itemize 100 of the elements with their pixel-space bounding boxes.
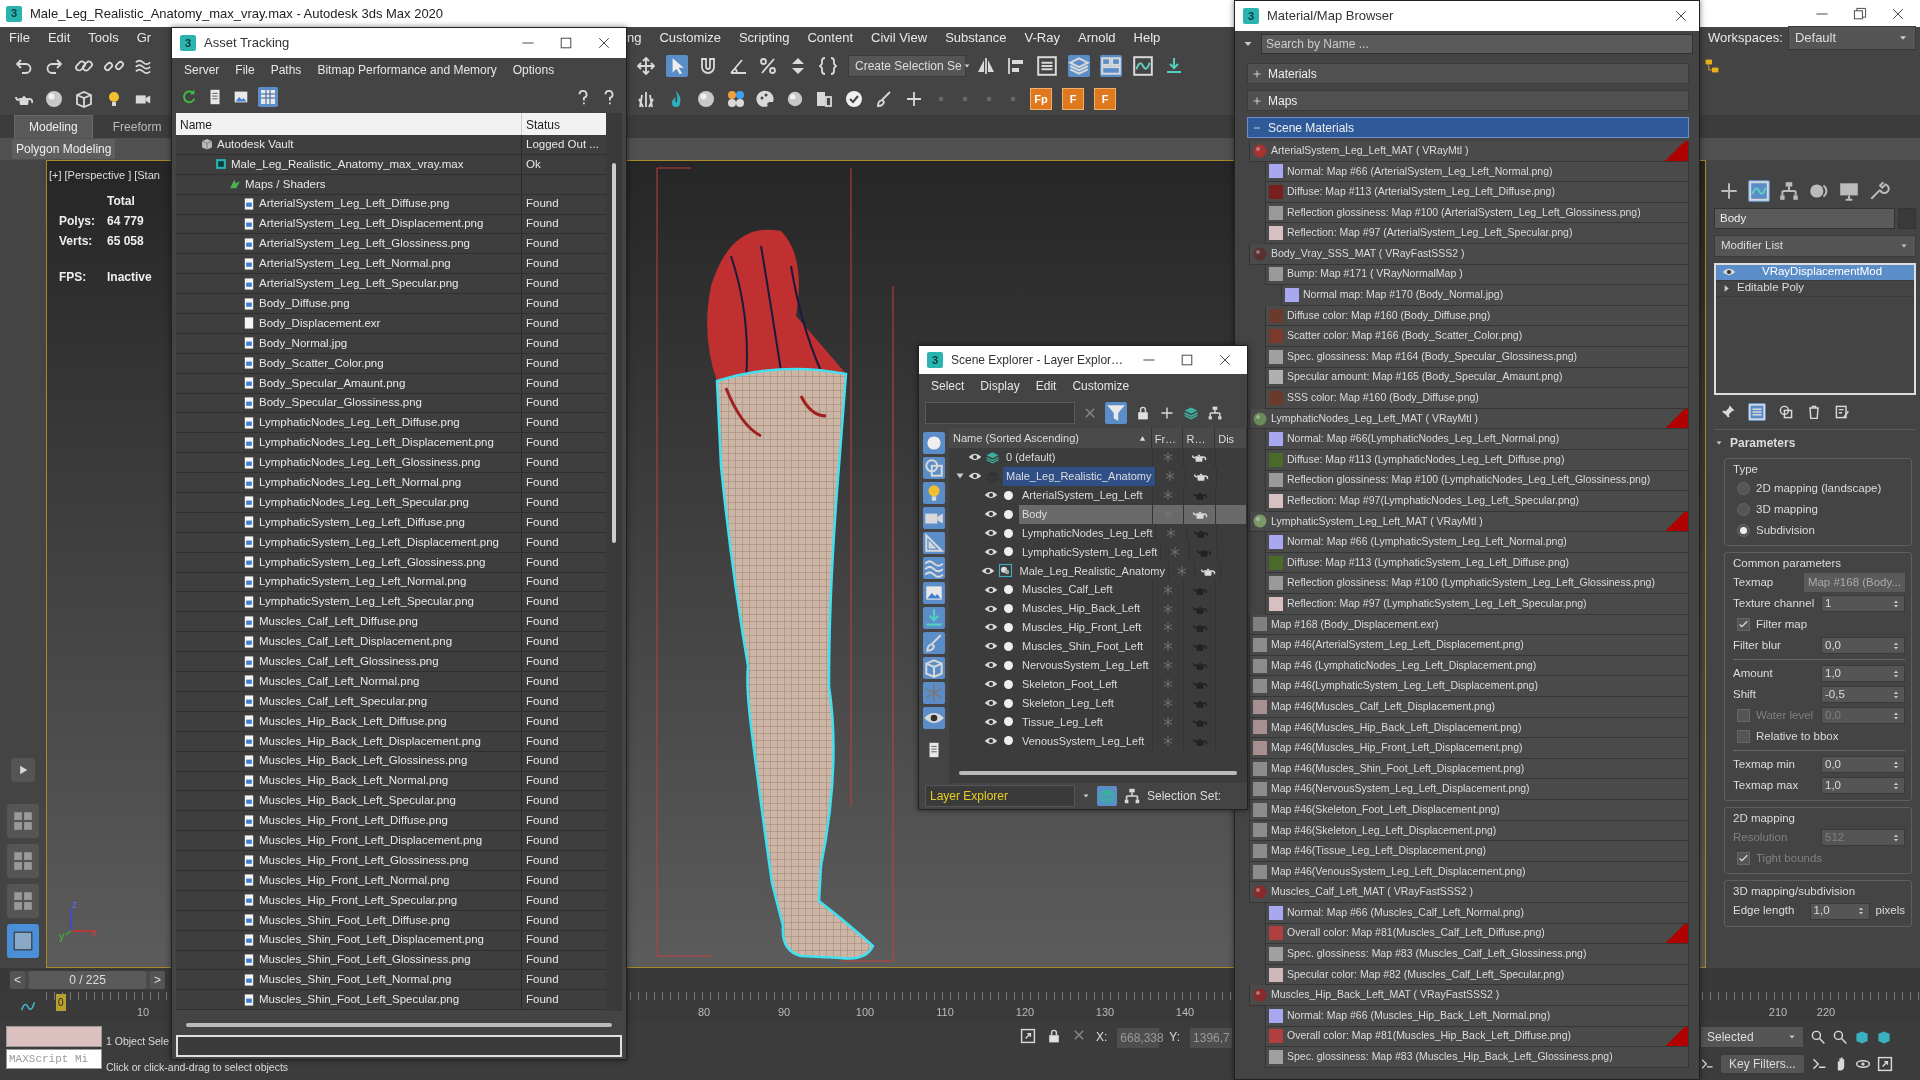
menu-item[interactable]: Edit [38, 28, 80, 48]
next-frame-button[interactable]: > [150, 971, 165, 989]
viewport-label[interactable]: [Perspective ] [64, 167, 132, 184]
tree-row[interactable]: Spec. glossiness: Map #83 (Muscles_Calf_Left_Glossiness.png) [1265, 944, 1689, 965]
spinner-field[interactable]: 0,0 [1821, 637, 1905, 654]
menu-item[interactable]: Civil View [862, 28, 937, 48]
table-row[interactable]: Body_Scatter_Color.png Found [176, 353, 607, 374]
table-row[interactable]: Body_Displacement.exr Found [176, 314, 607, 334]
tree-row[interactable]: Skeleton_Leg_Left [949, 693, 1247, 713]
object-name[interactable]: LymphaticNodes_Leg_Left [1019, 523, 1156, 543]
table-row[interactable]: Muscles_Calf_Left_Diffuse.png Found [176, 612, 607, 633]
close-icon[interactable] [1217, 352, 1233, 368]
viewport-layout-button[interactable] [7, 844, 39, 878]
braces-icon[interactable] [818, 56, 838, 76]
table-row[interactable]: Muscles_Shin_Foot_Left_Glossiness.png Found [176, 950, 607, 971]
table-row[interactable]: ArterialSystem_Leg_Left_Specular.png Found [176, 274, 607, 295]
tree-row[interactable]: ArterialSystem_Leg_Left [949, 485, 1247, 505]
ribbon-panel-tab[interactable]: Polygon Modeling [12, 139, 116, 159]
wave-icon[interactable] [134, 57, 152, 75]
ribbon-tab[interactable]: Modeling [14, 115, 93, 138]
ribbon-tab[interactable]: Freeform [98, 116, 176, 138]
tree-row[interactable]: NervousSystem_Leg_Left [949, 655, 1247, 675]
table-row[interactable]: Muscles_Shin_Foot_Left_Normal.png Found [176, 970, 607, 991]
menu-item[interactable]: ng [627, 28, 651, 48]
table-row[interactable]: Autodesk Vault Logged Out ... [176, 135, 607, 155]
rollout-title[interactable]: Parameters [1730, 433, 1796, 452]
create-tab[interactable] [1718, 180, 1740, 202]
object-name[interactable]: Tissue_Leg_Left [1019, 712, 1153, 732]
table-row[interactable]: Muscles_Calf_Left_Glossiness.png Found [176, 652, 607, 673]
tree-row[interactable]: Body_Vray_SSS_MAT ( VRayFastSSS2 ) [1249, 243, 1689, 265]
tree-row[interactable]: Normal map: Map #170 (Body_Normal.jpg) [1281, 285, 1689, 306]
tree-row[interactable]: Normal: Map #66 (Muscles_Hip_Back_Left_Normal.png) [1265, 1005, 1689, 1027]
tree-row[interactable]: Muscles_Hip_Back_Left_MAT ( VRayFastSSS2 ) [1249, 985, 1689, 1006]
table-row[interactable]: ArterialSystem_Leg_Left_Normal.png Found [176, 254, 607, 275]
zoom-icon[interactable] [1810, 1029, 1826, 1045]
table-row[interactable]: Muscles_Calf_Left_Displacement.png Found [176, 632, 607, 653]
tree-row[interactable]: Muscles_Shin_Foot_Left [949, 636, 1247, 656]
column-header[interactable]: Status [522, 113, 607, 135]
menu-item[interactable]: Scripting [729, 28, 799, 48]
menu-item[interactable]: File [227, 60, 263, 79]
tree-row[interactable]: Map #46(Muscles_Hip_Front_Left_Displacement.png) [1249, 738, 1689, 759]
expand-icon[interactable] [1722, 283, 1731, 293]
table-row[interactable]: Male_Leg_Realistic_Anatomy_max_vray.max Ok [176, 154, 607, 175]
menu-item[interactable]: Tools [79, 28, 128, 48]
spinner-field[interactable]: 1,0 [1821, 777, 1905, 794]
shapes-icon[interactable] [923, 457, 945, 479]
tree-row[interactable]: Muscles_Calf_Left_MAT ( VRayFastSSS2 ) [1249, 882, 1689, 903]
table-icon[interactable] [258, 87, 278, 107]
maximize-icon[interactable] [1179, 352, 1195, 368]
horizontal-scrollbar[interactable] [959, 771, 1237, 775]
frame-icon[interactable] [814, 89, 834, 109]
table-row[interactable]: LymphaticSystem_Leg_Left_Displacement.png Found [176, 532, 607, 553]
object-name[interactable]: Muscles_Calf_Left [1019, 580, 1153, 600]
hierarchy-icon[interactable] [1207, 405, 1223, 421]
group-header[interactable]: Scene Materials [1247, 117, 1689, 138]
spinner-field[interactable]: -0,5 [1821, 686, 1905, 703]
column-header[interactable]: Fr… [1151, 428, 1184, 448]
select-icon[interactable] [666, 55, 688, 77]
group-header[interactable]: Materials [1247, 63, 1689, 84]
steps-icon[interactable] [1700, 1057, 1714, 1071]
object-name[interactable]: Male_Leg_Realistic_Anatomy [1016, 561, 1168, 581]
tree-row[interactable]: LymphaticSystem_Leg_Left_MAT ( VRayMtl ) [1249, 511, 1689, 533]
tree-row[interactable]: Reflection: Map #97 (ArterialSystem_Leg_Left_Specular.png) [1265, 223, 1689, 244]
ruler-icon[interactable] [923, 532, 945, 554]
menu-item[interactable]: Bitmap Performance and Memory [309, 60, 505, 79]
tree-row[interactable]: Map #46(Tissue_Leg_Left_Displacement.png) [1249, 841, 1689, 862]
list-icon[interactable] [1036, 55, 1058, 77]
menu-item[interactable]: Gr [127, 28, 161, 48]
tree-row[interactable]: Skeleton_Foot_Left [949, 674, 1247, 694]
restore-icon[interactable] [1852, 5, 1868, 22]
utilities-tab[interactable] [1868, 180, 1890, 202]
menu-item[interactable]: Select [923, 377, 973, 395]
viewport-label[interactable]: [+] [49, 167, 62, 184]
tree-row[interactable]: Reflection glossiness: Map #100 (ArterialSystem_Leg_Left_Glossiness.png) [1265, 202, 1689, 224]
spinner-field[interactable]: 1,0 [1809, 902, 1870, 920]
cube-icon[interactable] [1876, 1029, 1892, 1045]
table-row[interactable]: Muscles_Hip_Front_Left_Displacement.png Found [176, 831, 607, 852]
workspaces-dropdown[interactable]: Default [1787, 26, 1916, 50]
radio-button[interactable] [1737, 502, 1750, 516]
tree-row[interactable]: Diffuse: Map #113 (LymphaticSystem_Leg_Left_Diffuse.png) [1265, 552, 1689, 574]
tree-row[interactable]: Diffuse: Map #113 (ArterialSystem_Leg_Left_Diffuse.png) [1265, 182, 1689, 203]
scrollbar[interactable] [606, 113, 622, 1011]
table-row[interactable]: Muscles_Shin_Foot_Left_Specular.png Found [176, 990, 607, 1011]
tree-row[interactable]: Map #46(NervousSystem_Leg_Left_Displacement.png) [1249, 779, 1689, 800]
menu-item[interactable]: Customize [650, 28, 730, 48]
trash-icon[interactable] [1806, 403, 1822, 420]
grass-icon[interactable] [636, 89, 656, 109]
refresh-icon[interactable] [180, 88, 198, 106]
table-row[interactable]: Muscles_Hip_Back_Left_Specular.png Found [176, 791, 607, 812]
curve-editor-icon[interactable] [1132, 55, 1154, 77]
table-row[interactable]: ArterialSystem_Leg_Left_Diffuse.png Found [176, 194, 607, 215]
menu-item[interactable]: Options [504, 60, 563, 79]
tree-row[interactable]: Reflection: Map #97(LymphaticNodes_Leg_Left_Specular.png) [1265, 491, 1689, 512]
radio-button[interactable] [1737, 481, 1750, 495]
tree-row[interactable]: Muscles_Hip_Back_Left [949, 599, 1247, 618]
checkbox[interactable] [1737, 618, 1750, 631]
tree-row[interactable]: 0 (default) [949, 448, 1247, 467]
spinner-field[interactable]: 1,0 [1821, 665, 1905, 682]
close-icon[interactable] [596, 35, 612, 51]
zoom-extents-icon[interactable] [1854, 1029, 1870, 1045]
